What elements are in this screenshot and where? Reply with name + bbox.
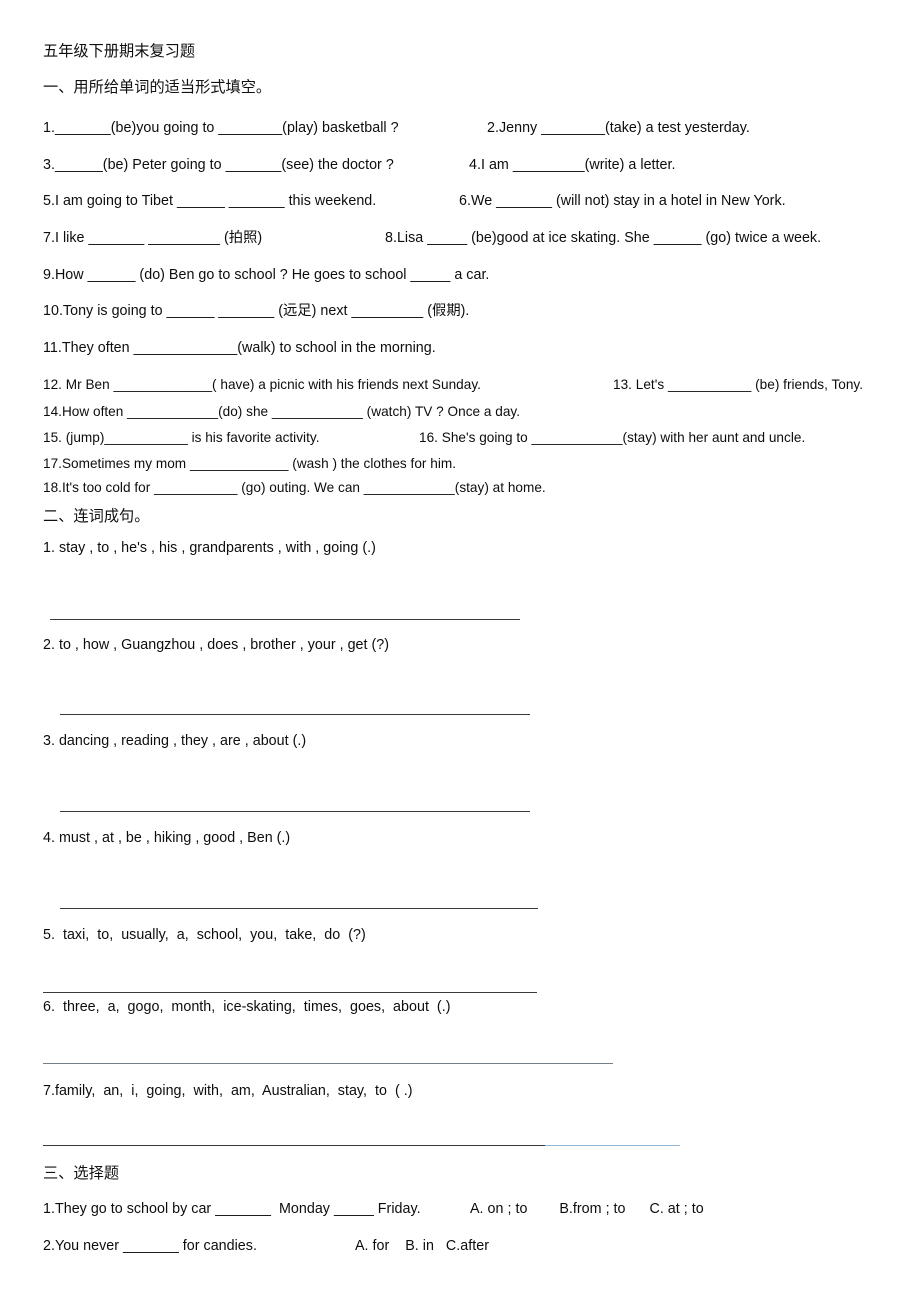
question-9: 9.How ______ (do) Ben go to school ? He … — [43, 267, 490, 283]
question-3: 3.______(be) Peter going to _______(see)… — [43, 157, 394, 173]
question-12: 12. Mr Ben _____________( have) a picnic… — [43, 377, 481, 392]
choice-question-1: 1.They go to school by car _______ Monda… — [43, 1201, 421, 1217]
question-17: 17.Sometimes my mom _____________ (wash … — [43, 456, 457, 471]
question-13: 13. Let's ___________ (be) friends, Tony… — [613, 377, 864, 392]
rearrange-question-6: 6. three, a, gogo, month, ice-skating, t… — [43, 999, 451, 1015]
page-title: 五年级下册期末复习题 — [43, 42, 196, 60]
answer-rule-4[interactable] — [60, 908, 538, 909]
answer-rule-7[interactable] — [43, 1145, 545, 1146]
rearrange-question-4: 4. must , at , be , hiking , good , Ben … — [43, 830, 291, 846]
rearrange-question-2: 2. to , how , Guangzhou , does , brother… — [43, 637, 390, 653]
question-11: 11.They often _____________(walk) to sch… — [43, 340, 436, 356]
answer-rule-2[interactable] — [60, 714, 530, 715]
rearrange-question-1: 1. stay , to , he's , his , grandparents… — [43, 540, 376, 556]
rearrange-question-3: 3. dancing , reading , they , are , abou… — [43, 733, 307, 749]
question-4: 4.I am _________(write) a letter. — [469, 157, 676, 173]
answer-rule-3[interactable] — [60, 811, 530, 812]
answer-rule-5[interactable] — [43, 992, 537, 993]
section-three-heading: 三、选择题 — [43, 1164, 120, 1182]
question-16: 16. She's going to ____________(stay) wi… — [419, 430, 806, 445]
worksheet-page: 五年级下册期末复习题 一、用所给单词的适当形式填空。 1._______(be)… — [0, 0, 920, 1302]
question-14: 14.How often ____________(do) she ______… — [43, 404, 521, 419]
choice-options-1[interactable]: A. on ; to B.from ; to C. at ; to — [470, 1202, 704, 1217]
section-one-heading: 一、用所给单词的适当形式填空。 — [43, 78, 272, 96]
question-18: 18.It's too cold for ___________ (go) ou… — [43, 480, 546, 495]
question-7: 7.I like _______ _________ (拍照) — [43, 230, 263, 246]
question-8: 8.Lisa _____ (be)good at ice skating. Sh… — [385, 230, 822, 246]
question-6: 6.We _______ (will not) stay in a hotel … — [459, 193, 786, 209]
answer-rule-1[interactable] — [50, 619, 520, 620]
choice-options-2[interactable]: A. for B. in C.after — [355, 1239, 489, 1254]
answer-rule-6[interactable] — [43, 1063, 613, 1064]
answer-rule-7-accent — [545, 1145, 680, 1146]
question-2: 2.Jenny ________(take) a test yesterday. — [487, 120, 750, 136]
question-1: 1._______(be)you going to ________(play)… — [43, 120, 399, 136]
rearrange-question-7: 7.family, an, i, going, with, am, Austra… — [43, 1083, 413, 1099]
question-15: 15. (jump)___________ is his favorite ac… — [43, 430, 320, 445]
question-10: 10.Tony is going to ______ _______ (远足) … — [43, 303, 470, 319]
section-two-heading: 二、连词成句。 — [43, 507, 150, 525]
question-5: 5.I am going to Tibet ______ _______ thi… — [43, 193, 377, 209]
choice-question-2: 2.You never _______ for candies. — [43, 1238, 257, 1254]
rearrange-question-5: 5. taxi, to, usually, a, school, you, ta… — [43, 927, 366, 943]
